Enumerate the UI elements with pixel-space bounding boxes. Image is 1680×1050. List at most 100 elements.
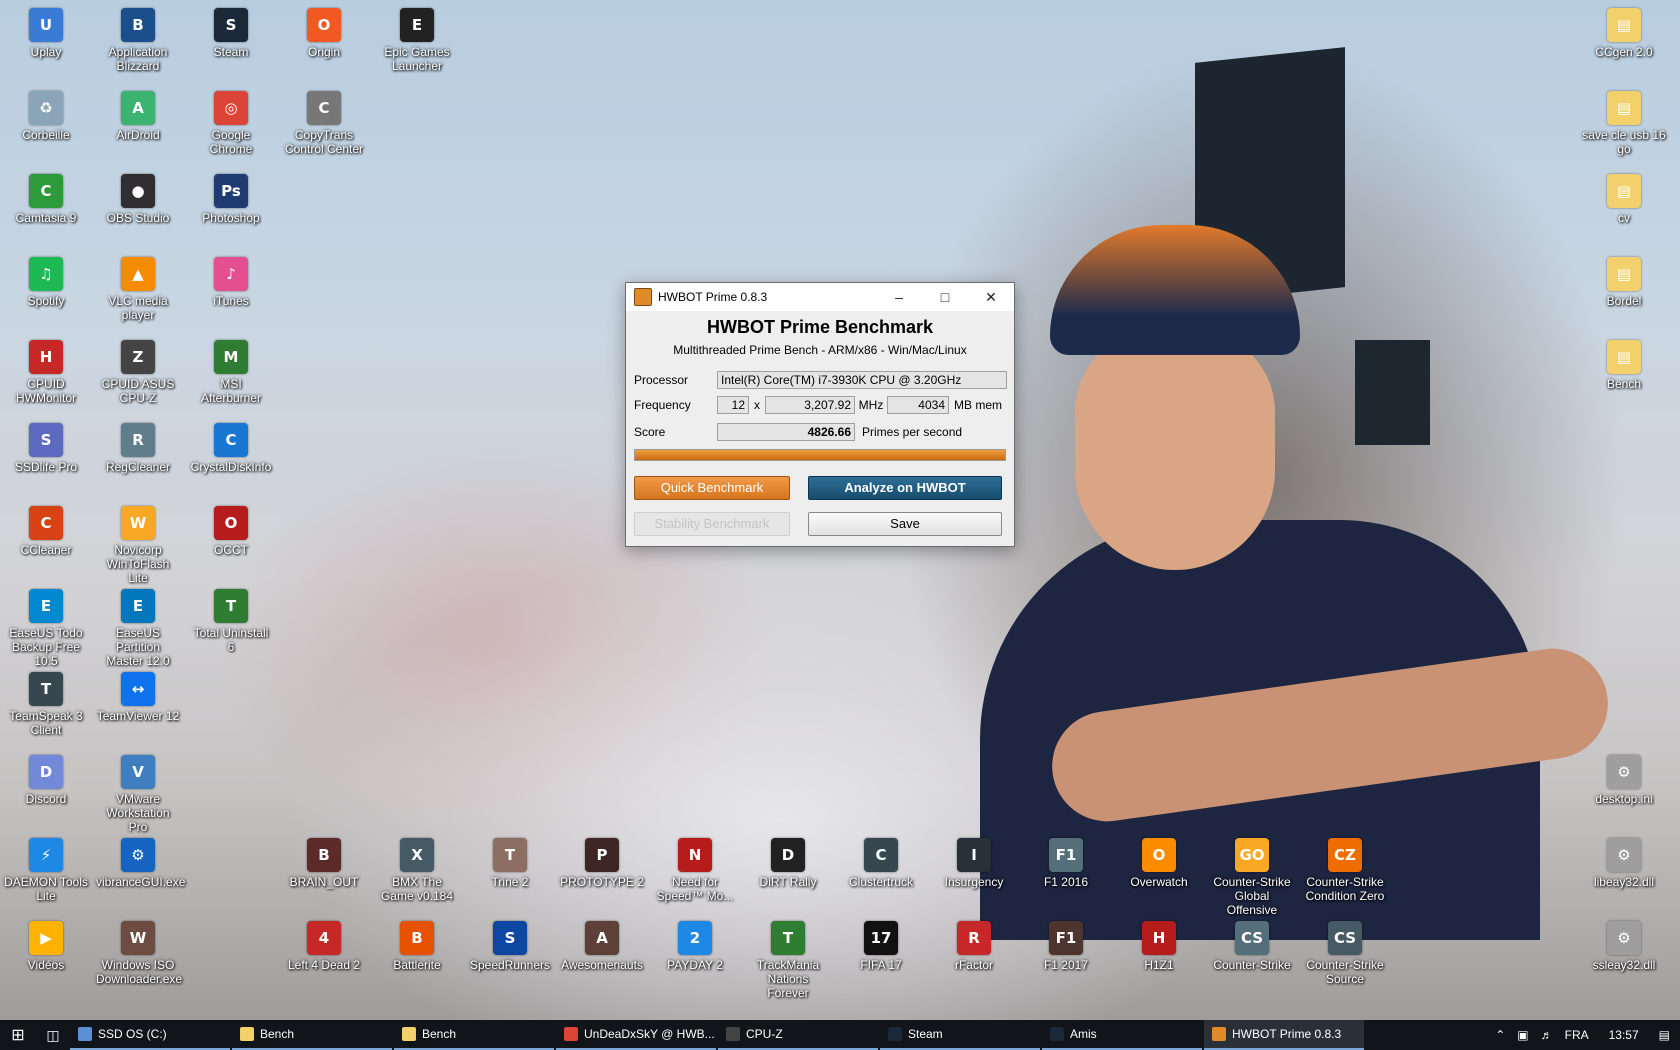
desktop-icon[interactable]: ▤ Bordel: [1582, 257, 1666, 308]
taskbar-item[interactable]: CPU-Z: [718, 1020, 878, 1050]
desktop-icon[interactable]: E EaseUS Todo Backup Free 10.5: [4, 589, 88, 668]
language-indicator[interactable]: FRA: [1565, 1028, 1589, 1042]
desktop-icon[interactable]: R RegCleaner: [96, 423, 180, 474]
desktop-icon[interactable]: ⚙ desktop.ini: [1582, 755, 1666, 806]
desktop-icon[interactable]: U Uplay: [4, 8, 88, 59]
tray-chevron-up-icon[interactable]: ⌃: [1495, 1028, 1505, 1042]
minimize-icon[interactable]: –: [876, 283, 922, 311]
desktop-icon[interactable]: ⚙ ssleay32.dll: [1582, 921, 1666, 972]
save-button[interactable]: Save: [808, 512, 1002, 536]
desktop-icon[interactable]: 4 Left 4 Dead 2: [282, 921, 366, 972]
desktop-icon[interactable]: ● OBS Studio: [96, 174, 180, 225]
desktop-icon[interactable]: O OCCT: [189, 506, 273, 557]
desktop-icon[interactable]: W Windows ISO Downloader.exe: [96, 921, 182, 986]
processor-field[interactable]: Intel(R) Core(TM) i7-3930K CPU @ 3.20GHz: [717, 371, 1007, 389]
app-icon: T: [214, 589, 248, 623]
app-icon: O: [1142, 838, 1176, 872]
close-icon[interactable]: ✕: [968, 283, 1014, 311]
taskbar-item[interactable]: Steam: [880, 1020, 1040, 1050]
desktop-icon[interactable]: T Total Uninstall 6: [189, 589, 273, 654]
desktop-icon[interactable]: I Insurgency: [932, 838, 1016, 889]
stability-benchmark-button[interactable]: Stability Benchmark: [634, 512, 790, 536]
desktop-icon[interactable]: CZ Counter-Strike Condition Zero: [1303, 838, 1387, 903]
desktop-icon[interactable]: Ps Photoshop: [189, 174, 273, 225]
desktop-icon[interactable]: B Application Blizzard: [96, 8, 180, 73]
desktop-icon[interactable]: C Camtasia 9: [4, 174, 88, 225]
app-icon: ▤: [1607, 174, 1641, 208]
taskbar-item[interactable]: HWBOT Prime 0.8.3: [1204, 1020, 1364, 1050]
desktop-icon[interactable]: ▶ Vidéos: [4, 921, 88, 972]
desktop-icon[interactable]: E Epic Games Launcher: [375, 8, 459, 73]
analyze-on-hwbot-button[interactable]: Analyze on HWBOT: [808, 476, 1002, 500]
taskbar-item[interactable]: Bench: [232, 1020, 392, 1050]
taskbar-item[interactable]: UnDeaDxSkY @ HWB...: [556, 1020, 716, 1050]
desktop-icon[interactable]: M MSI Afterburner: [189, 340, 273, 405]
desktop-icon[interactable]: ♪ iTunes: [189, 257, 273, 308]
taskbar-item[interactable]: Bench: [394, 1020, 554, 1050]
desktop-icon[interactable]: T TeamSpeak 3 Client: [4, 672, 88, 737]
task-view-icon[interactable]: ◫: [36, 1020, 70, 1050]
desktop-icon[interactable]: ♻ Corbeille: [4, 91, 88, 142]
multiplier-field[interactable]: 12: [717, 396, 749, 414]
desktop-icon[interactable]: A AirDroid: [96, 91, 180, 142]
desktop-icon[interactable]: B Battlerite: [375, 921, 459, 972]
desktop-icon[interactable]: E EaseUS Partition Master 12.0: [96, 589, 180, 668]
taskbar-item[interactable]: Amis: [1042, 1020, 1202, 1050]
quick-benchmark-button[interactable]: Quick Benchmark: [634, 476, 790, 500]
desktop-icon[interactable]: T TrackMania Nations Forever: [746, 921, 830, 1000]
desktop-icon[interactable]: 17 FIFA 17: [839, 921, 923, 972]
desktop-icon[interactable]: CS Counter-Strike Source: [1303, 921, 1387, 986]
desktop-icon[interactable]: D DiRT Rally: [746, 838, 830, 889]
desktop-icon[interactable]: P PROTOTYPE 2: [560, 838, 644, 889]
desktop-icon[interactable]: ◎ Google Chrome: [189, 91, 273, 156]
volume-icon[interactable]: ♬: [1541, 1028, 1553, 1042]
desktop-icon[interactable]: W Novicorp WinToFlash Lite: [96, 506, 180, 585]
desktop-icon[interactable]: C CCleaner: [4, 506, 88, 557]
desktop-icon[interactable]: 2 PAYDAY 2: [653, 921, 737, 972]
windows-start-icon[interactable]: ⊞: [0, 1020, 36, 1050]
desktop-icon[interactable]: ▤ cv: [1582, 174, 1666, 225]
desktop-icon[interactable]: D Discord: [4, 755, 88, 806]
desktop-icon[interactable]: ▤ Bench: [1582, 340, 1666, 391]
desktop-icon[interactable]: RrFactor: [932, 921, 1016, 972]
app-icon: S: [214, 8, 248, 42]
memory-field[interactable]: 4034: [887, 396, 949, 414]
desktop-icon[interactable]: A Awesomenauts: [560, 921, 644, 972]
desktop-icon[interactable]: ▲ VLC media player: [96, 257, 180, 322]
desktop-icon[interactable]: F1 F1 2017: [1024, 921, 1108, 972]
desktop-icon[interactable]: H CPUID HWMonitor: [4, 340, 88, 405]
desktop-icon[interactable]: ⚙ libeay32.dll: [1582, 838, 1666, 889]
desktop-icon[interactable]: V VMware Workstation Pro: [96, 755, 180, 834]
desktop-icon[interactable]: C CopyTrans Control Center: [282, 91, 366, 156]
desktop-icon[interactable]: Z CPUID ASUS CPU-Z: [96, 340, 180, 405]
desktop-icon[interactable]: H H1Z1: [1117, 921, 1201, 972]
desktop-icon[interactable]: S SpeedRunners: [468, 921, 552, 972]
desktop-icon[interactable]: O Origin: [282, 8, 366, 59]
desktop-icon[interactable]: ⚙ vibranceGUI.exe: [96, 838, 185, 889]
desktop-icon[interactable]: ▤ save cle usb 16 go: [1582, 91, 1666, 156]
desktop-icon[interactable]: ▤ CCgen 2.0: [1582, 8, 1666, 59]
desktop-icon[interactable]: CS Counter-Strike: [1210, 921, 1294, 972]
desktop-icon[interactable]: GO Counter-Strike Global Offensive: [1210, 838, 1294, 917]
desktop-icon[interactable]: C CrystalDiskInfo: [189, 423, 273, 474]
notifications-icon[interactable]: ▤: [1659, 1028, 1670, 1042]
base-clock-field[interactable]: 3,207.92: [765, 396, 855, 414]
desktop-icon[interactable]: O Overwatch: [1117, 838, 1201, 889]
desktop-icon[interactable]: F1 F1 2016: [1024, 838, 1108, 889]
desktop-icon[interactable]: X BMX The Game v0.184: [375, 838, 459, 903]
desktop-icon[interactable]: ↔ TeamViewer 12: [96, 672, 180, 723]
desktop-icon[interactable]: N Need for Speed™ Mo...: [653, 838, 737, 903]
score-field[interactable]: 4826.66: [717, 423, 855, 441]
taskbar-item[interactable]: SSD OS (C:): [70, 1020, 230, 1050]
desktop-icon[interactable]: ⚡ DAEMON Tools Lite: [4, 838, 88, 903]
network-icon[interactable]: ▣: [1517, 1028, 1528, 1042]
desktop-icon[interactable]: T Trine 2: [468, 838, 552, 889]
desktop-icon[interactable]: ♫ Spotify: [4, 257, 88, 308]
desktop-icon[interactable]: S SSDlife Pro: [4, 423, 88, 474]
clock[interactable]: 13:57: [1609, 1028, 1639, 1042]
window-titlebar[interactable]: HWBOT Prime 0.8.3 – □ ✕: [626, 283, 1014, 311]
desktop-icon[interactable]: C Clustertruck: [839, 838, 923, 889]
maximize-icon[interactable]: □: [922, 283, 968, 311]
desktop-icon[interactable]: B BRAIN_OUT: [282, 838, 366, 889]
desktop-icon[interactable]: S Steam: [189, 8, 273, 59]
